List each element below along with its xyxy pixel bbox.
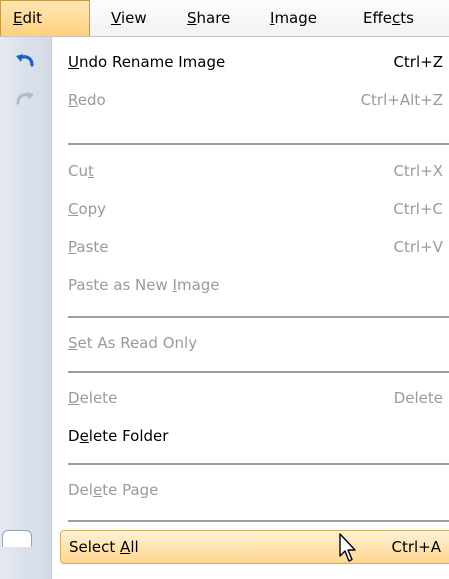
menu-icon-gutter <box>0 37 52 579</box>
app-window: Edit View Share Image Effects Undo Renam… <box>0 0 449 579</box>
menu-item-set-read-only[interactable]: Set As Read Only <box>52 324 449 362</box>
menu-item-paste-as-new-image[interactable]: Paste as New Image <box>52 266 449 304</box>
menu-item-copy[interactable]: Copy Ctrl+C <box>52 190 449 228</box>
menu-item-redo[interactable]: Redo Ctrl+Alt+Z <box>52 81 449 119</box>
menu-edit[interactable]: Edit <box>0 0 90 36</box>
menu-item-shortcut: Ctrl+C <box>393 200 443 218</box>
menu-image[interactable]: Image <box>270 0 317 36</box>
menu-item-paste[interactable]: Paste Ctrl+V <box>52 228 449 266</box>
partial-checkbox-icon <box>2 530 32 547</box>
menu-item-select-all[interactable]: Select All Ctrl+A <box>60 530 449 564</box>
menu-item-label: Undo Rename Image <box>68 53 226 71</box>
menu-item-label: Paste <box>68 238 109 256</box>
menu-separator <box>68 371 449 373</box>
menu-item-shortcut: Ctrl+A <box>391 538 441 556</box>
undo-arrow-icon <box>16 54 34 67</box>
mouse-pointer-icon <box>339 533 356 562</box>
menu-item-shortcut: Ctrl+Z <box>393 53 443 71</box>
menu-item-shortcut: Delete <box>393 389 443 407</box>
edit-menu-dropdown: Undo Rename Image Ctrl+Z Redo Ctrl+Alt+Z… <box>0 37 449 579</box>
menu-view[interactable]: View <box>111 0 147 36</box>
menu-item-undo[interactable]: Undo Rename Image Ctrl+Z <box>52 43 449 81</box>
menu-separator <box>68 520 449 522</box>
menu-item-label: Select All <box>69 538 139 556</box>
menu-item-label: Redo <box>68 91 106 109</box>
menu-bar: Edit View Share Image Effects <box>0 0 449 37</box>
menu-item-label: Delete Folder <box>68 427 169 445</box>
menu-separator <box>68 316 449 318</box>
menu-separator <box>68 463 449 465</box>
menu-item-label: Paste as New Image <box>68 276 220 294</box>
menu-item-delete[interactable]: Delete Delete <box>52 379 449 417</box>
menu-item-label: Delete Page <box>68 481 159 499</box>
menu-item-delete-folder[interactable]: Delete Folder <box>52 417 449 455</box>
menu-item-delete-page[interactable]: Delete Page <box>52 471 449 509</box>
redo-arrow-icon <box>16 92 34 105</box>
menu-item-cut[interactable]: Cut Ctrl+X <box>52 152 449 190</box>
menu-item-label: Copy <box>68 200 107 218</box>
menu-item-shortcut: Ctrl+X <box>393 162 443 180</box>
menu-item-label: Delete <box>68 389 118 407</box>
menu-item-shortcut: Ctrl+Alt+Z <box>360 91 443 109</box>
menu-item-label: Cut <box>68 162 94 180</box>
menu-effects[interactable]: Effects <box>363 0 414 36</box>
menu-share[interactable]: Share <box>187 0 230 36</box>
menu-item-label: Set As Read Only <box>68 334 198 352</box>
menu-separator <box>68 143 449 145</box>
menu-item-shortcut: Ctrl+V <box>393 238 443 256</box>
